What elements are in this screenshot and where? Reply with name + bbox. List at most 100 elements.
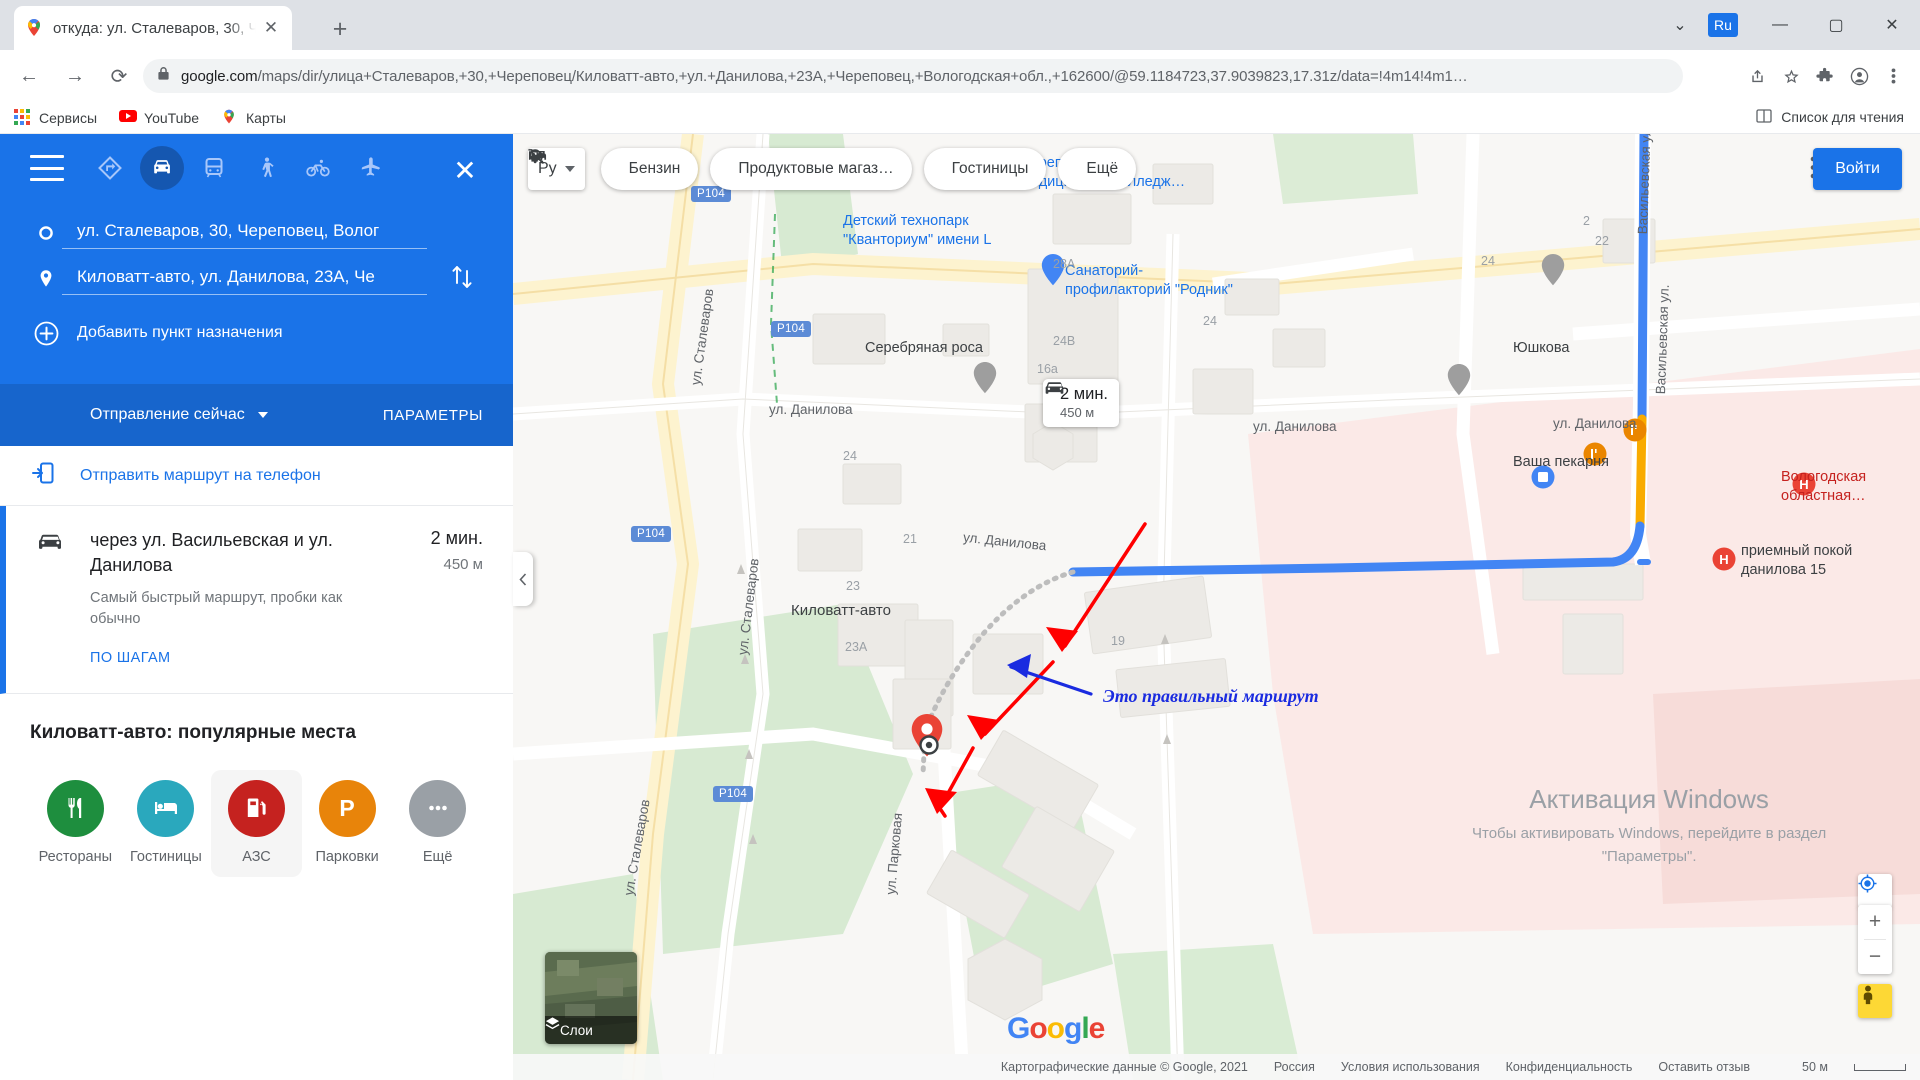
attrib-terms[interactable]: Условия использования: [1341, 1060, 1480, 1074]
share-icon[interactable]: [1742, 61, 1772, 91]
maximize-button[interactable]: ▢: [1808, 0, 1864, 50]
chip-hotels[interactable]: Гостиницы: [528, 148, 1047, 190]
reload-button[interactable]: ⟳: [104, 61, 134, 91]
waypoint-list: [0, 202, 513, 302]
chip-grocery[interactable]: Продуктовые магаз…: [528, 148, 912, 190]
category-hotels[interactable]: Гостиницы: [121, 770, 212, 877]
send-to-phone-row[interactable]: Отправить маршрут на телефон: [0, 446, 513, 506]
tab-title: откуда: ул. Сталеваров, 30, Чере: [53, 19, 256, 37]
origin-row: [0, 210, 513, 256]
browser-tab[interactable]: откуда: ул. Сталеваров, 30, Чере ✕: [14, 6, 292, 50]
address-bar[interactable]: google.com/maps/dir/улица+Сталеваров,+30…: [143, 59, 1683, 93]
route-metrics: 2 мин. 450 м: [431, 528, 483, 573]
browser-menu-icon[interactable]: [1878, 61, 1908, 91]
route-steps-link[interactable]: ПО ШАГАМ: [90, 650, 171, 666]
map-vector-layer: H H: [513, 134, 1920, 1080]
reading-list-icon: [1756, 108, 1774, 126]
zoom-in-button[interactable]: +: [1858, 905, 1892, 939]
add-destination-button[interactable]: Добавить пункт назначения: [0, 308, 513, 358]
close-directions-button[interactable]: ✕: [451, 155, 479, 186]
travel-mode-transit[interactable]: [192, 146, 236, 190]
category-label: Ещё: [422, 848, 453, 865]
swap-vertical-icon: [452, 266, 472, 288]
chip-label: Гостиницы: [951, 160, 1029, 177]
destination-row: [0, 256, 513, 302]
category-gas-stations[interactable]: АЗС: [211, 769, 302, 877]
minimize-button[interactable]: —: [1752, 0, 1808, 50]
destination-input[interactable]: [62, 263, 427, 295]
my-location-icon: [1858, 874, 1877, 893]
star-icon[interactable]: [1776, 61, 1806, 91]
bookmark-youtube[interactable]: YouTube: [119, 109, 199, 127]
google-logo: Google: [1007, 1012, 1105, 1045]
layers-label-bar: Слои: [545, 1016, 637, 1044]
add-circle-icon: [30, 321, 62, 346]
bookmark-label: Сервисы: [39, 109, 98, 126]
annotation-label: Это правильный маршрут: [1103, 686, 1319, 706]
walk-icon: [262, 157, 274, 178]
car-icon: [36, 528, 68, 667]
hamburger-icon[interactable]: [30, 155, 64, 181]
map-filter-chips: Ру Бензин Продуктовые магаз… Гостиницы Е…: [528, 148, 1148, 190]
map-layers-button[interactable]: Слои: [545, 952, 637, 1044]
gas-station-icon: [227, 779, 285, 837]
collapse-panel-button[interactable]: [513, 552, 533, 606]
bookmark-label: YouTube: [144, 109, 200, 126]
category-more[interactable]: Ещё: [392, 770, 483, 877]
chip-more[interactable]: Ещё: [529, 148, 1137, 190]
close-window-button[interactable]: ✕: [1864, 0, 1920, 50]
my-location-button[interactable]: [1858, 874, 1892, 908]
tab-search-chevron-icon[interactable]: ⌄: [1652, 0, 1708, 50]
attrib-privacy[interactable]: Конфиденциальность: [1506, 1060, 1633, 1074]
parking-icon: P: [318, 779, 376, 837]
forward-button[interactable]: →: [60, 61, 90, 91]
travel-mode-driving[interactable]: [140, 146, 184, 190]
travel-mode-walking[interactable]: [244, 146, 288, 190]
address-bar-text: google.com/maps/dir/улица+Сталеваров,+30…: [181, 67, 1468, 85]
attrib-feedback[interactable]: Оставить отзыв: [1658, 1060, 1750, 1074]
attrib-country[interactable]: Россия: [1274, 1060, 1315, 1074]
origin-dot-icon: [30, 225, 62, 241]
travel-mode-best-route[interactable]: [88, 146, 132, 190]
category-parking[interactable]: P Парковки: [302, 770, 393, 877]
travel-mode-flights[interactable]: [348, 146, 392, 190]
new-tab-button[interactable]: +: [325, 14, 355, 44]
destination-pin-icon: [30, 269, 62, 289]
language-indicator[interactable]: Ru: [1708, 13, 1738, 37]
origin-input[interactable]: [62, 217, 427, 249]
add-destination-label: Добавить пункт назначения: [77, 324, 283, 341]
sign-in-button[interactable]: Войти: [1813, 148, 1902, 190]
google-maps-app: ✕ ул. Сталеваров, 30, Череповец, Волог К…: [0, 134, 1920, 1080]
extensions-icon[interactable]: [1810, 61, 1840, 91]
directions-sidebar: ✕ ул. Сталеваров, 30, Череповец, Волог К…: [0, 134, 513, 1080]
reading-list-button[interactable]: Список для чтения: [1756, 108, 1904, 126]
back-button[interactable]: ←: [14, 61, 44, 91]
bubble-distance: 450 м: [1060, 405, 1095, 420]
zoom-out-button[interactable]: −: [1858, 940, 1892, 974]
chip-label: Бензин: [628, 160, 681, 177]
profile-icon[interactable]: [1844, 61, 1874, 91]
travel-mode-row: ✕: [0, 134, 513, 202]
bookmark-services[interactable]: Сервисы: [14, 108, 98, 127]
departure-time-select[interactable]: Отправление сейчас: [90, 406, 268, 424]
category-restaurants[interactable]: Рестораны: [30, 770, 121, 877]
route-option-card[interactable]: через ул. Васильевская и ул. Данилова Са…: [0, 506, 513, 694]
hotel-icon: [137, 779, 195, 837]
chip-gas[interactable]: Бензин: [531, 148, 699, 190]
travel-mode-cycling[interactable]: [296, 146, 340, 190]
bookmark-label: Карты: [246, 109, 286, 126]
browser-toolbar: ← → ⟳ google.com/maps/dir/улица+Сталевар…: [0, 50, 1920, 102]
transit-icon: [205, 158, 223, 178]
bookmark-maps[interactable]: Карты: [221, 109, 286, 127]
swap-waypoints-button[interactable]: [445, 260, 479, 294]
route-parameters-button[interactable]: ПАРАМЕТРЫ: [383, 407, 483, 424]
attrib-copyright: Картографические данные © Google, 2021: [1000, 1060, 1248, 1074]
street-view-pegman[interactable]: [1858, 984, 1892, 1018]
browser-tab-strip: откуда: ул. Сталеваров, 30, Чере ✕ + ⌄ R…: [0, 0, 1920, 50]
route-time-bubble[interactable]: 2 мин. 450 м: [1043, 379, 1120, 427]
zoom-controls: + −: [1858, 905, 1892, 974]
plane-icon: [361, 157, 380, 176]
map-canvas[interactable]: H H Ру Бензин Продуктовые магаз… Гостини…: [513, 134, 1920, 1080]
tab-close-icon[interactable]: ✕: [260, 17, 282, 39]
attrib-scale: 50 м: [1776, 1060, 1906, 1074]
